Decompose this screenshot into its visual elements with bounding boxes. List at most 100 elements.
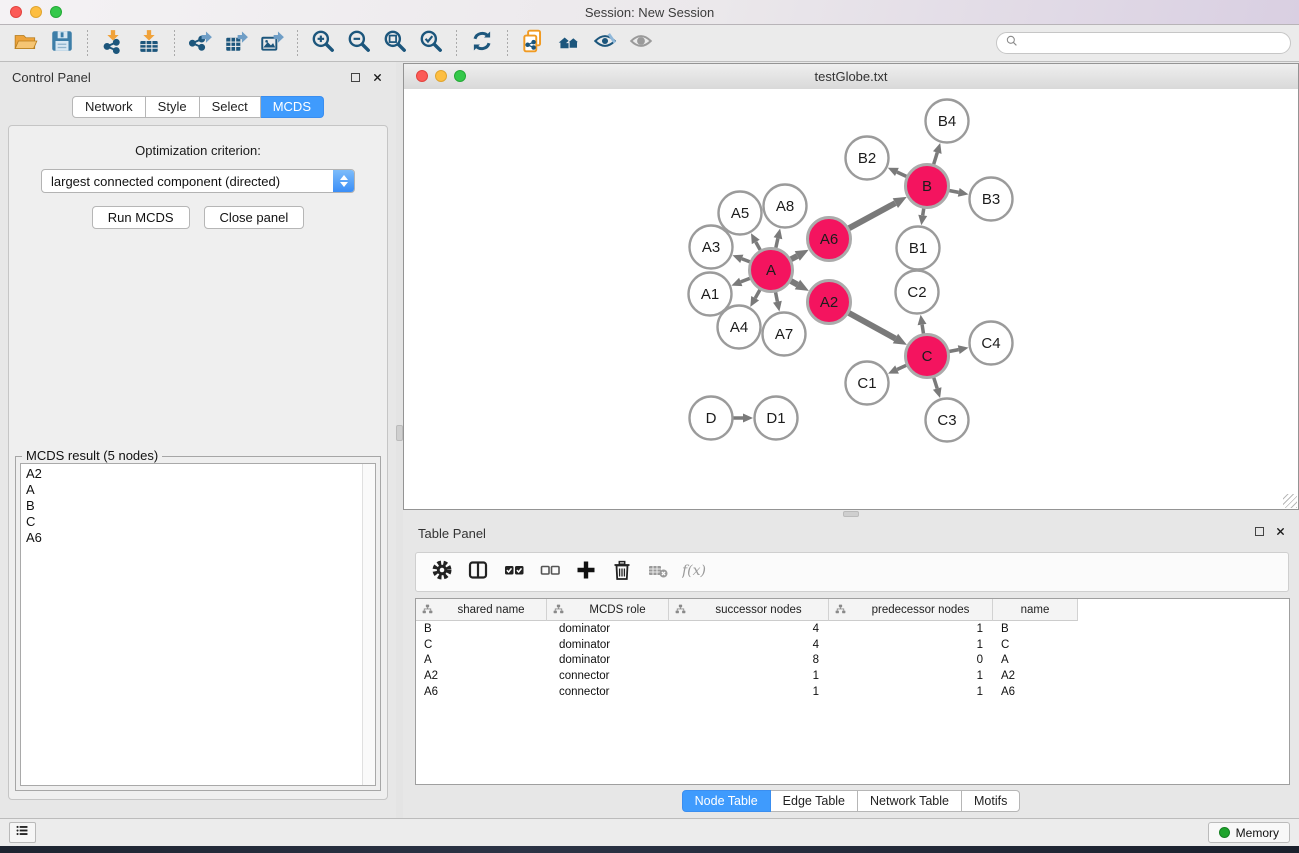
graph-node-B4[interactable]: B4 <box>926 100 969 143</box>
duplicate-network-button[interactable] <box>517 28 549 58</box>
graph-node-B1[interactable]: B1 <box>897 227 940 270</box>
table-cell[interactable]: A <box>416 654 547 666</box>
table-cell[interactable]: connector <box>547 686 669 698</box>
tab-network[interactable]: Network <box>72 96 146 118</box>
edge-A-A5[interactable] <box>756 242 761 250</box>
table-cell[interactable]: B <box>993 623 1078 635</box>
graph-node-A8[interactable]: A8 <box>764 185 807 228</box>
edge-B-B4[interactable] <box>934 153 938 165</box>
settings-gear-button[interactable] <box>424 556 460 588</box>
graph-node-A[interactable]: A <box>750 249 793 292</box>
close-panel-button[interactable] <box>371 71 384 84</box>
edge-A6-B[interactable] <box>849 203 896 228</box>
graph-node-C4[interactable]: C4 <box>970 322 1013 365</box>
edge-B-B3[interactable] <box>949 191 959 193</box>
zoom-out-button[interactable] <box>343 28 375 58</box>
mcds-result-list[interactable]: A2ABCA6 <box>20 463 376 786</box>
edge-A-A7[interactable] <box>776 292 778 302</box>
table-cell[interactable]: A6 <box>416 686 547 698</box>
delete-button[interactable] <box>604 556 640 588</box>
table-cell[interactable]: 0 <box>829 654 993 666</box>
graph-node-D[interactable]: D <box>690 397 733 440</box>
graph-node-A4[interactable]: A4 <box>718 306 761 349</box>
hide-selected-button[interactable] <box>589 28 621 58</box>
edge-C-C4[interactable] <box>949 350 959 352</box>
table-cell[interactable]: 8 <box>669 654 829 666</box>
table-row[interactable]: A2connector11A2 <box>416 668 1289 684</box>
result-list-item[interactable]: A6 <box>26 530 370 546</box>
graph-node-C1[interactable]: C1 <box>846 362 889 405</box>
splitter-grip[interactable] <box>396 425 403 441</box>
column-header-name[interactable]: name <box>993 599 1078 621</box>
refresh-button[interactable] <box>466 28 498 58</box>
table-cell[interactable]: A6 <box>993 686 1078 698</box>
zoom-fit-button[interactable] <box>379 28 411 58</box>
table-cell[interactable]: A2 <box>416 670 547 682</box>
export-network-button[interactable] <box>184 28 216 58</box>
edge-C-C3[interactable] <box>934 378 938 389</box>
graph-node-B3[interactable]: B3 <box>970 178 1013 221</box>
float-table-panel-button[interactable] <box>1253 525 1266 538</box>
table-cell[interactable]: 1 <box>829 670 993 682</box>
close-panel-button-2[interactable]: Close panel <box>204 206 305 229</box>
show-all-button[interactable] <box>625 28 657 58</box>
task-history-button[interactable] <box>9 822 36 843</box>
import-network-button[interactable] <box>97 28 129 58</box>
memory-button[interactable]: Memory <box>1208 822 1290 843</box>
graph-node-A3[interactable]: A3 <box>690 226 733 269</box>
tab-edge-table[interactable]: Edge Table <box>771 790 858 812</box>
graph-node-C[interactable]: C <box>906 335 949 378</box>
column-header-shared-name[interactable]: shared name <box>416 599 547 621</box>
result-list-item[interactable]: C <box>26 514 370 530</box>
edge-C-C1[interactable] <box>897 365 906 369</box>
graph-node-C3[interactable]: C3 <box>926 399 969 442</box>
search-input[interactable] <box>1024 35 1282 51</box>
column-header-successor-nodes[interactable]: successor nodes <box>669 599 829 621</box>
edge-B-B2[interactable] <box>897 172 907 177</box>
table-cell[interactable]: 1 <box>829 623 993 635</box>
network-canvas[interactable]: B4 B2 B B3 A5 A8 A6 B1 A3 A C2 A1 A2 <box>404 89 1298 509</box>
select-all-button[interactable] <box>496 556 532 588</box>
vertical-splitter[interactable] <box>396 62 403 818</box>
table-cell[interactable]: B <box>416 623 547 635</box>
graph-node-B2[interactable]: B2 <box>846 137 889 180</box>
table-row[interactable]: Bdominator41B <box>416 621 1289 637</box>
horizontal-splitter[interactable] <box>403 510 1299 518</box>
table-cell[interactable]: C <box>416 639 547 651</box>
edge-A-A8[interactable] <box>776 238 778 248</box>
graph-node-D1[interactable]: D1 <box>755 397 798 440</box>
table-cell[interactable]: A2 <box>993 670 1078 682</box>
export-image-button[interactable] <box>256 28 288 58</box>
table-cell[interactable]: C <box>993 639 1078 651</box>
add-column-button[interactable] <box>568 556 604 588</box>
tab-network-table[interactable]: Network Table <box>858 790 962 812</box>
table-cell[interactable]: connector <box>547 670 669 682</box>
result-list-item[interactable]: A <box>26 482 370 498</box>
edge-A-A4[interactable] <box>755 290 760 299</box>
import-table-button[interactable] <box>133 28 165 58</box>
export-table-button[interactable] <box>220 28 252 58</box>
tab-motifs[interactable]: Motifs <box>962 790 1020 812</box>
edge-B-B1[interactable] <box>923 208 924 215</box>
graph-node-A1[interactable]: A1 <box>689 273 732 316</box>
table-cell[interactable]: dominator <box>547 654 669 666</box>
table-cell[interactable]: A <box>993 654 1078 666</box>
table-cell[interactable]: 4 <box>669 623 829 635</box>
deselect-all-button[interactable] <box>532 556 568 588</box>
graph-node-C2[interactable]: C2 <box>896 271 939 314</box>
splitter-grip-horizontal[interactable] <box>843 511 859 517</box>
tab-mcds[interactable]: MCDS <box>261 96 324 118</box>
first-neighbors-button[interactable] <box>553 28 585 58</box>
edge-A-A6[interactable] <box>791 256 798 259</box>
table-cell[interactable]: 1 <box>829 639 993 651</box>
tab-select[interactable]: Select <box>200 96 261 118</box>
edge-A-A3[interactable] <box>742 259 750 262</box>
open-session-button[interactable] <box>10 28 42 58</box>
optimization-dropdown[interactable]: largest connected component (directed) <box>41 169 355 193</box>
edge-C-C2[interactable] <box>922 325 923 334</box>
tab-node-table[interactable]: Node Table <box>682 790 771 812</box>
table-row[interactable]: Adominator80A <box>416 652 1289 668</box>
table-cell[interactable]: 4 <box>669 639 829 651</box>
edge-A-A1[interactable] <box>741 278 750 282</box>
result-list-scrollbar[interactable] <box>362 464 375 785</box>
